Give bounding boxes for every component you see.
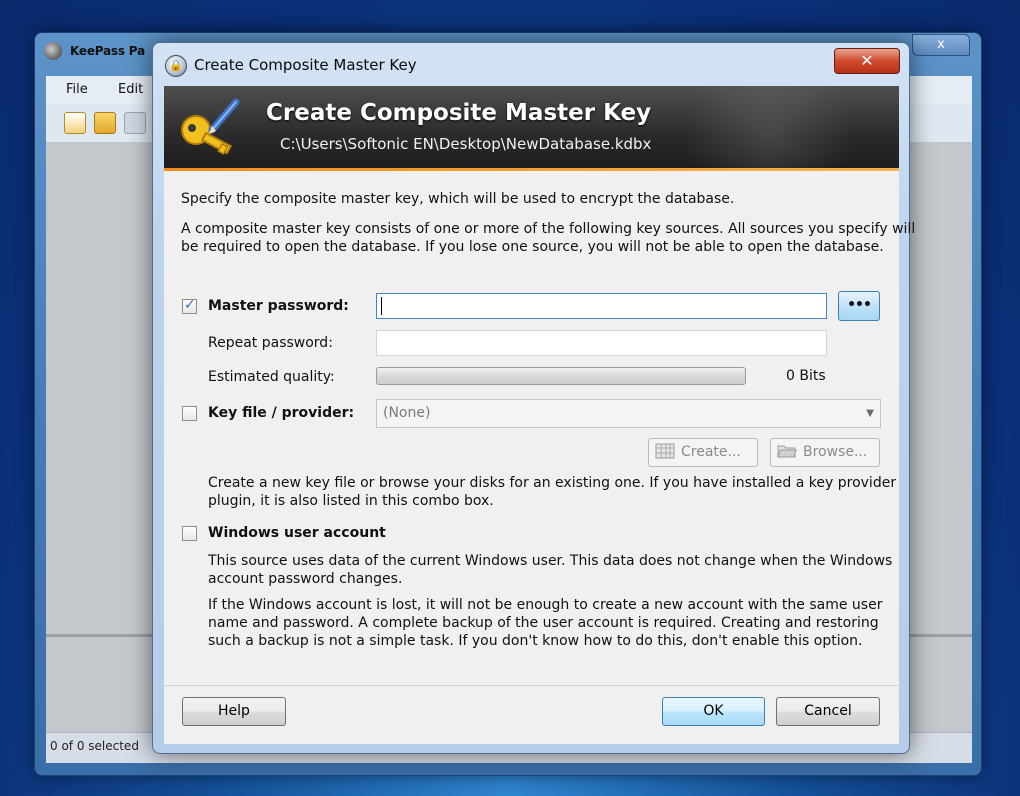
key-provider-selected: (None) [383,405,431,421]
menu-file[interactable]: File [66,82,88,97]
windows-account-desc-1a: This source uses data of the current Win… [208,553,893,569]
key-file-grid-icon [655,443,675,459]
windows-account-desc-2c: such a backup is not a simple task. If y… [208,633,863,649]
lock-icon: 🔒 [165,55,187,77]
quality-progress-bar [376,367,746,385]
close-button[interactable]: ✕ [834,48,900,74]
save-icon[interactable] [124,112,146,134]
master-password-input[interactable] [376,293,827,319]
repeat-password-input[interactable] [376,330,827,356]
create-label: Create... [681,444,741,460]
open-folder-icon[interactable] [94,112,116,134]
windows-account-desc-2a: If the Windows account is lost, it will … [208,597,883,613]
intro-line-2b: be required to open the database. If you… [181,239,884,255]
key-file-checkbox[interactable] [182,406,197,421]
create-key-file-button[interactable]: Create... [648,438,758,467]
repeat-password-label: Repeat password: [208,335,333,351]
status-text: 0 of 0 selected [50,739,139,753]
menu-edit[interactable]: Edit [118,82,143,97]
key-provider-combo[interactable]: (None) ▼ [376,399,881,428]
banner-title: Create Composite Master Key [266,100,652,126]
windows-account-checkbox[interactable] [182,526,197,541]
windows-account-desc-1b: account password changes. [208,571,403,587]
estimated-quality-label: Estimated quality: [208,369,335,385]
key-file-help-a: Create a new key file or browse your dis… [208,475,897,491]
ok-button[interactable]: OK [662,697,765,726]
help-button[interactable]: Help [182,697,286,726]
background-window-title: KeePass Pa [70,44,145,58]
dialog-title: Create Composite Master Key [194,56,417,74]
show-password-button[interactable]: ••• [838,291,880,321]
open-folder-icon [777,445,797,458]
browse-label: Browse... [803,444,868,460]
key-file-help-b: plugin, it is also listed in this combo … [208,493,494,509]
text-caret [381,297,382,315]
windows-account-desc-2b: name and password. A complete backup of … [208,615,879,631]
database-path: C:\Users\Softonic EN\Desktop\NewDatabase… [280,135,652,153]
intro-line-2a: A composite master key consists of one o… [181,221,916,237]
master-password-label: Master password: [208,298,349,314]
cancel-button[interactable]: Cancel [776,697,880,726]
background-close-button[interactable]: x [912,34,970,56]
key-file-label: Key file / provider: [208,405,355,421]
quality-bits-value: 0 Bits [786,368,826,384]
key-icon [181,98,240,155]
banner [164,86,899,170]
keepass-app-icon [44,42,62,60]
browse-key-file-button[interactable]: Browse... [770,438,880,467]
windows-account-label: Windows user account [208,525,386,541]
intro-line-1: Specify the composite master key, which … [181,191,735,207]
master-password-checkbox[interactable] [182,297,197,314]
new-database-icon[interactable] [64,112,86,134]
chevron-down-icon: ▼ [866,408,874,419]
